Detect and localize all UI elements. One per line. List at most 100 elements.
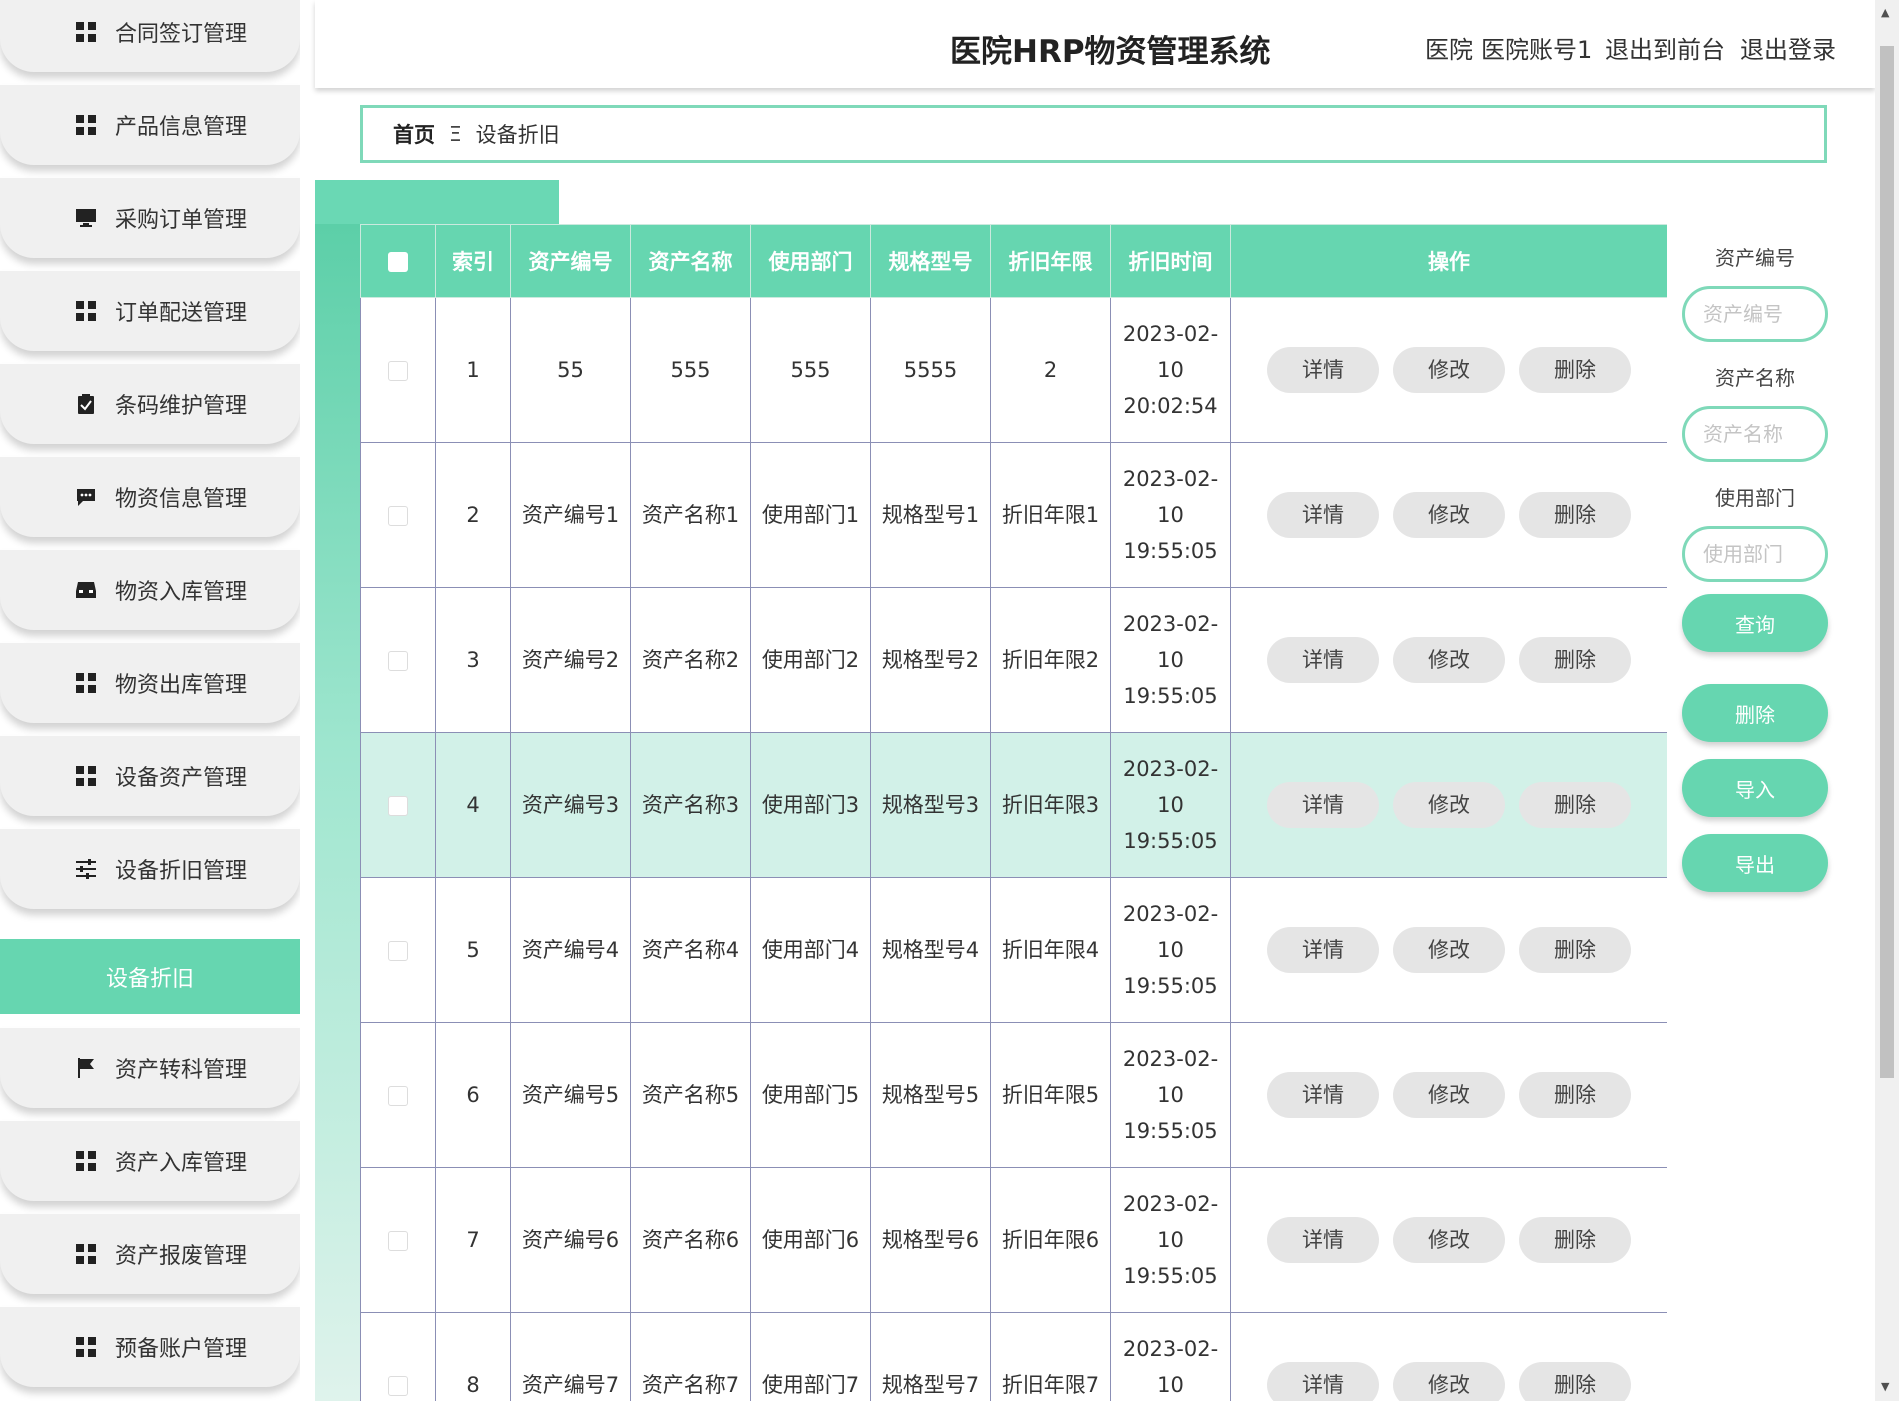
table-row[interactable]: 8 资产编号7 资产名称7 使用部门7 规格型号7 折旧年限7 2023-02-… bbox=[360, 1312, 1667, 1401]
dept-input[interactable] bbox=[1682, 526, 1828, 582]
row-checkbox[interactable] bbox=[388, 796, 408, 816]
delete-button[interactable]: 删除 bbox=[1519, 637, 1631, 683]
cell-asset-name: 资产名称4 bbox=[630, 877, 751, 1023]
sidebar-item-asset-in[interactable]: 资产入库管理 bbox=[0, 1121, 300, 1201]
cell-time: 2023-02-10 20:02:54 bbox=[1110, 297, 1231, 443]
row-checkbox[interactable] bbox=[388, 1231, 408, 1251]
sidebar-item-purchase-order[interactable]: 采购订单管理 bbox=[0, 178, 300, 258]
sidebar-subitem-label: 设备折旧 bbox=[105, 966, 194, 992]
row-select-cell bbox=[360, 1167, 436, 1313]
sidebar-item-reserve-account[interactable]: 预备账户管理 bbox=[0, 1307, 300, 1387]
grid-icon bbox=[75, 21, 97, 43]
grid-icon bbox=[75, 1150, 97, 1172]
batch-delete-button[interactable]: 删除 bbox=[1682, 684, 1828, 742]
import-button[interactable]: 导入 bbox=[1682, 759, 1828, 817]
detail-button[interactable]: 详情 bbox=[1267, 1072, 1379, 1118]
cell-index: 6 bbox=[435, 1022, 511, 1168]
page-title: 医院HRP物资管理系统 bbox=[950, 34, 1271, 70]
delete-button[interactable]: 删除 bbox=[1519, 1072, 1631, 1118]
detail-button[interactable]: 详情 bbox=[1267, 637, 1379, 683]
cell-years: 折旧年限6 bbox=[990, 1167, 1111, 1313]
sidebar-item-product[interactable]: 产品信息管理 bbox=[0, 85, 300, 165]
detail-button[interactable]: 详情 bbox=[1267, 492, 1379, 538]
delete-button[interactable]: 删除 bbox=[1519, 492, 1631, 538]
cell-actions: 详情 修改 删除 bbox=[1230, 587, 1667, 733]
scroll-up-icon[interactable]: ▲ bbox=[1881, 6, 1889, 19]
sidebar-item-delivery[interactable]: 订单配送管理 bbox=[0, 271, 300, 351]
edit-button[interactable]: 修改 bbox=[1393, 1217, 1505, 1263]
cell-asset-no: 资产编号5 bbox=[510, 1022, 631, 1168]
detail-button[interactable]: 详情 bbox=[1267, 1217, 1379, 1263]
select-all-checkbox[interactable] bbox=[388, 252, 408, 272]
delete-button[interactable]: 删除 bbox=[1519, 1362, 1631, 1401]
row-checkbox[interactable] bbox=[388, 1086, 408, 1106]
grid-icon bbox=[75, 1243, 97, 1265]
sidebar-item-material-info[interactable]: 物资信息管理 bbox=[0, 457, 300, 537]
cell-time: 2023-02-10 19:55:05 bbox=[1110, 1022, 1231, 1168]
table-row-hovered[interactable]: 4 资产编号3 资产名称3 使用部门3 规格型号3 折旧年限3 2023-02-… bbox=[360, 732, 1667, 878]
detail-button[interactable]: 详情 bbox=[1267, 927, 1379, 973]
logout-link[interactable]: 退出登录 bbox=[1740, 30, 1836, 65]
asset-no-label: 资产编号 bbox=[1715, 246, 1795, 270]
edit-button[interactable]: 修改 bbox=[1393, 492, 1505, 538]
column-header: 折旧时间 bbox=[1110, 224, 1231, 298]
table-row[interactable]: 5 资产编号4 资产名称4 使用部门4 规格型号4 折旧年限4 2023-02-… bbox=[360, 877, 1667, 1023]
row-checkbox[interactable] bbox=[388, 941, 408, 961]
breadcrumb-home[interactable]: 首页 bbox=[393, 119, 435, 149]
breadcrumb-current: 设备折旧 bbox=[475, 123, 560, 147]
detail-button[interactable]: 详情 bbox=[1267, 782, 1379, 828]
detail-button[interactable]: 详情 bbox=[1267, 347, 1379, 393]
sidebar-item-material-out[interactable]: 物资出库管理 bbox=[0, 643, 300, 723]
sidebar-item-asset-scrap[interactable]: 资产报废管理 bbox=[0, 1214, 300, 1294]
table-row[interactable]: 6 资产编号5 资产名称5 使用部门5 规格型号5 折旧年限5 2023-02-… bbox=[360, 1022, 1667, 1168]
row-checkbox[interactable] bbox=[388, 651, 408, 671]
sidebar-item-depreciation[interactable]: 设备折旧管理 bbox=[0, 829, 300, 909]
cell-asset-name: 资产名称7 bbox=[630, 1312, 751, 1401]
column-header: 规格型号 bbox=[870, 224, 991, 298]
breadcrumb: 首页 Ξ 设备折旧 bbox=[360, 105, 1827, 163]
flag-icon bbox=[75, 1057, 97, 1079]
sidebar-item-equipment-asset[interactable]: 设备资产管理 bbox=[0, 736, 300, 816]
table-row[interactable]: 1 55 555 555 5555 2 2023-02-10 20:02:54 … bbox=[360, 297, 1667, 443]
delete-button[interactable]: 删除 bbox=[1519, 1217, 1631, 1263]
sidebar-subitem-depreciation[interactable]: 设备折旧 bbox=[0, 939, 300, 1014]
sidebar-item-barcode[interactable]: 条码维护管理 bbox=[0, 364, 300, 444]
scroll-down-icon[interactable]: ▼ bbox=[1881, 1380, 1889, 1393]
cell-actions: 详情 修改 删除 bbox=[1230, 877, 1667, 1023]
row-select-cell bbox=[360, 732, 436, 878]
table-row[interactable]: 7 资产编号6 资产名称6 使用部门6 规格型号6 折旧年限6 2023-02-… bbox=[360, 1167, 1667, 1313]
asset-name-input[interactable] bbox=[1682, 406, 1828, 462]
edit-button[interactable]: 修改 bbox=[1393, 1072, 1505, 1118]
exit-front-link[interactable]: 退出到前台 bbox=[1605, 30, 1725, 65]
edit-button[interactable]: 修改 bbox=[1393, 927, 1505, 973]
row-checkbox[interactable] bbox=[388, 506, 408, 526]
asset-name-label: 资产名称 bbox=[1715, 366, 1795, 390]
export-button[interactable]: 导出 bbox=[1682, 834, 1828, 892]
scrollbar-thumb[interactable] bbox=[1880, 46, 1894, 1078]
sidebar-item-label: 资产入库管理 bbox=[115, 1151, 248, 1176]
sidebar-item-label: 物资出库管理 bbox=[115, 673, 248, 698]
delete-button[interactable]: 删除 bbox=[1519, 347, 1631, 393]
sidebar-item-contract[interactable]: 合同签订管理 bbox=[0, 0, 300, 72]
sidebar-item-asset-transfer[interactable]: 资产转科管理 bbox=[0, 1028, 300, 1108]
edit-button[interactable]: 修改 bbox=[1393, 347, 1505, 393]
table-row[interactable]: 2 资产编号1 资产名称1 使用部门1 规格型号1 折旧年限1 2023-02-… bbox=[360, 442, 1667, 588]
detail-button[interactable]: 详情 bbox=[1267, 1362, 1379, 1401]
row-checkbox[interactable] bbox=[388, 1376, 408, 1396]
breadcrumb-separator-icon: Ξ bbox=[449, 122, 462, 146]
query-button[interactable]: 查询 bbox=[1682, 594, 1828, 652]
user-role: 医院 bbox=[1425, 36, 1473, 64]
edit-button[interactable]: 修改 bbox=[1393, 782, 1505, 828]
cell-time: 2023-02-10 19:55:05 bbox=[1110, 1167, 1231, 1313]
sidebar-item-material-in[interactable]: 物资入库管理 bbox=[0, 550, 300, 630]
cell-asset-name: 资产名称1 bbox=[630, 442, 751, 588]
delete-button[interactable]: 删除 bbox=[1519, 927, 1631, 973]
table-row[interactable]: 3 资产编号2 资产名称2 使用部门2 规格型号2 折旧年限2 2023-02-… bbox=[360, 587, 1667, 733]
vertical-scrollbar[interactable]: ▲ ▼ bbox=[1875, 0, 1899, 1401]
edit-button[interactable]: 修改 bbox=[1393, 1362, 1505, 1401]
delete-button[interactable]: 删除 bbox=[1519, 782, 1631, 828]
edit-button[interactable]: 修改 bbox=[1393, 637, 1505, 683]
asset-no-input[interactable] bbox=[1682, 286, 1828, 342]
row-checkbox[interactable] bbox=[388, 361, 408, 381]
cell-dept: 使用部门7 bbox=[750, 1312, 871, 1401]
